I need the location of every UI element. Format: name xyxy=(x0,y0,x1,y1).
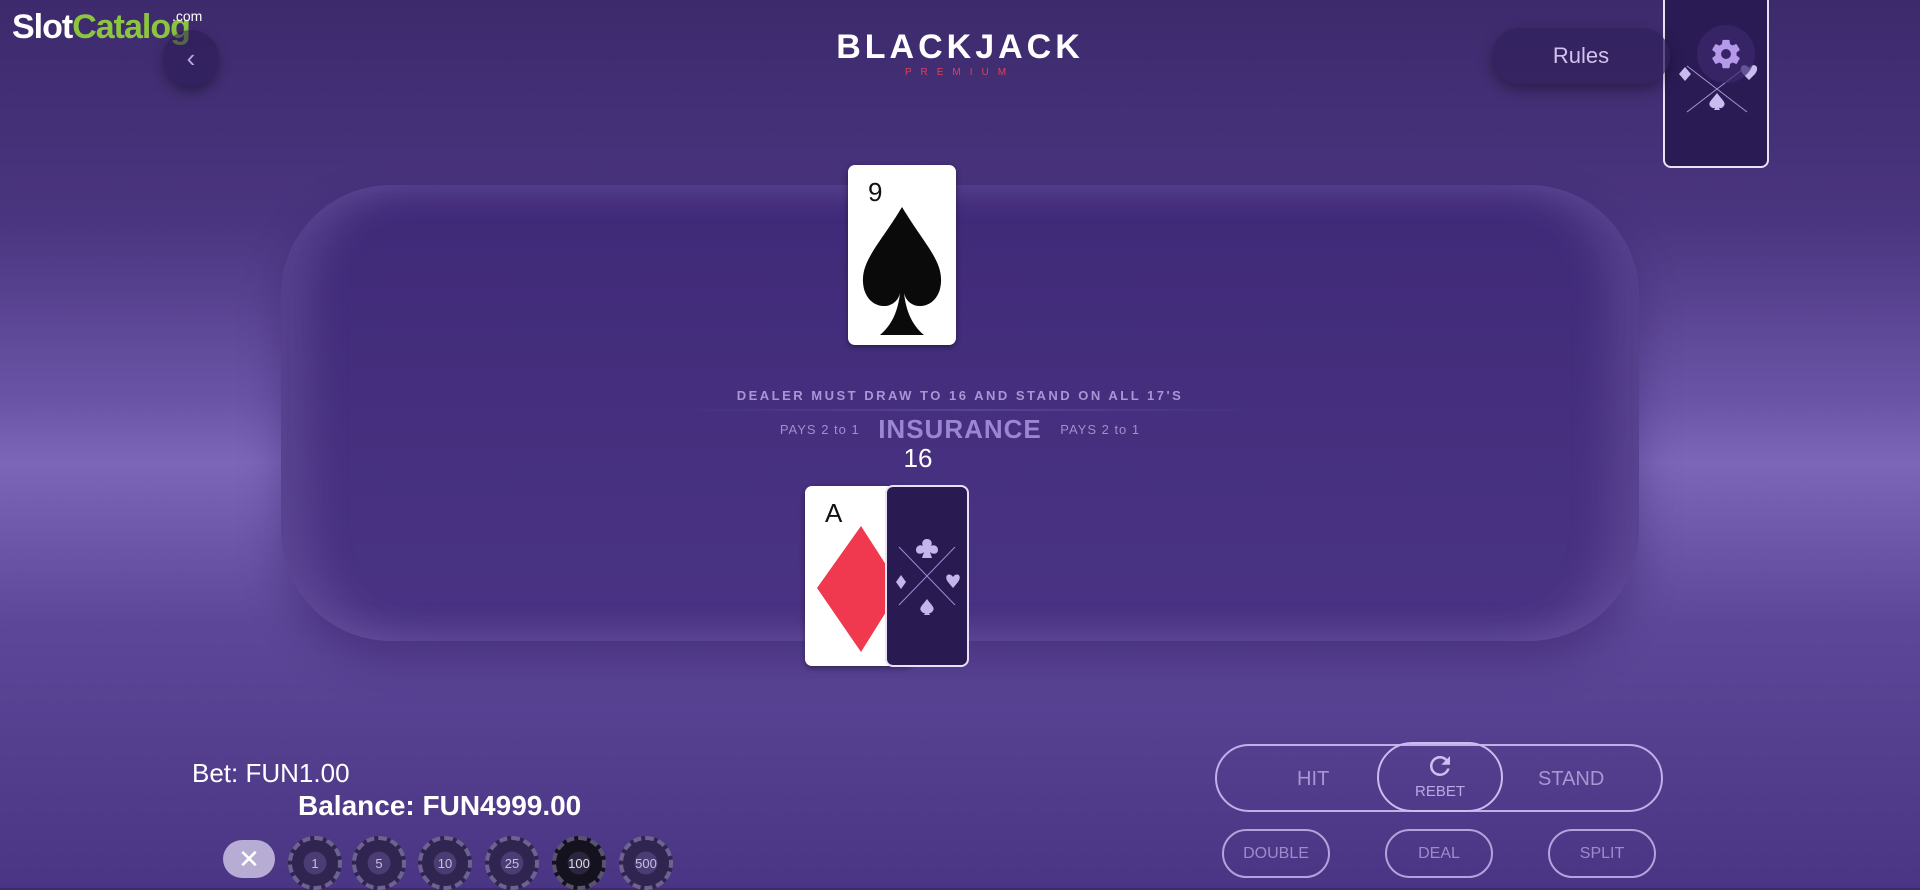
insurance-label: INSURANCE xyxy=(878,414,1042,444)
double-button[interactable]: DOUBLE xyxy=(1222,829,1330,878)
split-button[interactable]: SPLIT xyxy=(1548,829,1656,878)
chip-value: 500 xyxy=(635,855,657,871)
refresh-icon xyxy=(1429,756,1450,776)
chip-value: 5 xyxy=(375,855,383,871)
deal-button[interactable]: DEAL xyxy=(1385,829,1493,878)
clear-bet-button[interactable]: ✕ xyxy=(223,840,275,878)
rebet-label: REBET xyxy=(1414,783,1465,800)
gear-icon xyxy=(1712,39,1740,69)
bet-display: Bet: FUN1.00 xyxy=(192,758,350,789)
suit-pattern-icon xyxy=(1679,65,1758,113)
chip-value: 100 xyxy=(568,855,590,871)
spade-suit-icon xyxy=(862,207,942,335)
chip-value: 25 xyxy=(504,855,520,871)
card-back-pattern-icon xyxy=(896,539,960,615)
chip-25[interactable]: 25 xyxy=(485,836,539,890)
insurance-row: PAYS 2 to 1 INSURANCE PAYS 2 to 1 xyxy=(0,414,1920,445)
rebet-button[interactable]: REBET xyxy=(1377,742,1503,812)
balance-label: Balance: xyxy=(298,790,415,821)
watermark-suffix: .com xyxy=(172,8,203,24)
chip-value: 10 xyxy=(437,855,453,871)
player-hand-total: 16 xyxy=(903,443,933,473)
bet-value: FUN1.00 xyxy=(245,758,350,788)
insurance-pays-right: PAYS 2 to 1 xyxy=(1060,422,1141,437)
stand-button[interactable]: STAND xyxy=(1538,768,1604,791)
settings-button[interactable] xyxy=(1697,25,1755,83)
balance-value: FUN4999.00 xyxy=(422,790,582,821)
close-icon: ✕ xyxy=(238,843,260,874)
bet-label: Bet: xyxy=(192,758,239,788)
chip-5[interactable]: 5 xyxy=(352,836,406,890)
insurance-pays-left: PAYS 2 to 1 xyxy=(779,422,860,437)
balance-display: Balance: FUN4999.00 xyxy=(298,790,581,822)
chip-500[interactable]: 500 xyxy=(619,836,673,890)
chip-1[interactable]: 1 xyxy=(288,836,342,890)
rule-divider xyxy=(670,409,1270,411)
rules-button[interactable]: Rules xyxy=(1492,28,1670,84)
dealer-card: 9 xyxy=(848,165,956,345)
hit-button[interactable]: HIT xyxy=(1297,768,1329,791)
chip-100[interactable]: 100 xyxy=(552,836,606,890)
card-shoe xyxy=(1663,0,1769,168)
chip-value: 1 xyxy=(311,855,319,871)
chip-10[interactable]: 10 xyxy=(418,836,472,890)
dealer-rule-text: DEALER MUST DRAW TO 16 AND STAND ON ALL … xyxy=(736,388,1184,403)
player-card-facedown xyxy=(885,485,969,667)
